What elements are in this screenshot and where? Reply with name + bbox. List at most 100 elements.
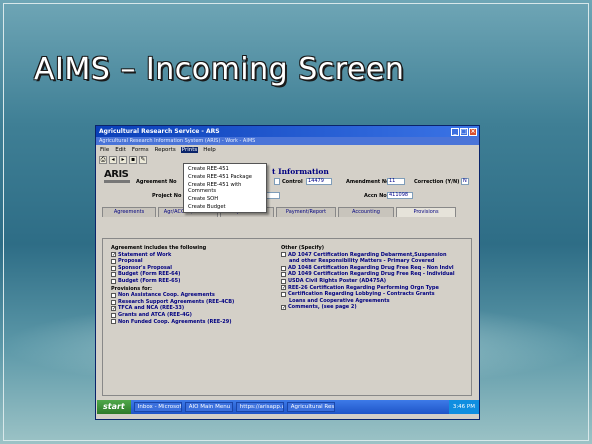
print-icon[interactable]: ⎙: [99, 155, 107, 164]
accn-label: Accn No: [364, 193, 387, 199]
save-icon[interactable]: ▪: [129, 155, 137, 164]
provisions-panel: Agreement includes the following ✓ Statem…: [102, 238, 472, 396]
menu-item-create-ree-451-package[interactable]: Create REE-451 Package: [184, 173, 266, 181]
checkbox[interactable]: ✓: [111, 252, 116, 258]
checkbox-label: and other Responsibility Matters - Prima…: [289, 258, 435, 265]
menu-item-create-ree-451-comments[interactable]: Create REE-451 with Comments: [184, 181, 266, 195]
checkbox-row: AD 1049 Certification Regarding Drug Fre…: [281, 271, 467, 278]
agreement-no-label: Agreement No: [136, 179, 177, 185]
checkbox-label: Budget (Form REE-65): [118, 277, 181, 284]
agreement-no-field[interactable]: [274, 178, 280, 185]
amendment-label: Amendment No: [346, 179, 390, 185]
taskbar-button[interactable]: https://arisapp.ar...: [235, 402, 284, 412]
checkbox[interactable]: [281, 272, 286, 278]
tab-payment-report[interactable]: Payment/Report: [276, 207, 336, 217]
menu-help[interactable]: Help: [202, 147, 217, 153]
checkbox-row: Budget (Form REE-65): [111, 278, 281, 285]
checkbox-label: Non Funded Coop. Agreements (REE-29): [118, 318, 232, 325]
checkbox[interactable]: [111, 292, 116, 298]
checkbox[interactable]: [281, 265, 286, 271]
tab-agreements[interactable]: Agreements: [102, 207, 156, 217]
tab-strip: Agreements Agr/ACCOP/Finance Cooperator …: [96, 207, 479, 217]
checkbox[interactable]: [281, 252, 286, 258]
provisions-heading: Provisions for:: [111, 285, 153, 292]
checkbox-row: Grants and ATCA (REE-4G): [111, 312, 281, 319]
checkbox[interactable]: ✓: [281, 285, 286, 291]
checkbox-label: AD 1049 Certification Regarding Drug Fre…: [288, 271, 455, 278]
checkbox-label: Proposal: [118, 258, 143, 265]
slide-title: AIMS – Incoming Screen: [34, 52, 405, 87]
maximize-icon[interactable]: □: [460, 127, 468, 136]
taskbar-button[interactable]: Agricultural Resea...: [286, 402, 335, 412]
forward-icon[interactable]: ▸: [119, 155, 127, 164]
checkbox-label: TFCA and NCA (REE-33): [118, 305, 185, 312]
prints-dropdown: Create REE-451 Create REE-451 Package Cr…: [183, 163, 267, 213]
checkbox[interactable]: [111, 312, 116, 318]
menu-bar: File Edit Forms Reports Prints Help: [96, 145, 479, 154]
checkbox-label: Sponsor's Proposal: [118, 264, 172, 271]
correction-field[interactable]: N: [461, 178, 469, 185]
checkbox-row: ✓ TFCA and NCA (REE-33): [111, 305, 281, 312]
checkbox-row: AD 1048 Certification Regarding Drug Fre…: [281, 265, 467, 272]
checkbox-label: Non Assistance Coop. Agreements: [118, 292, 215, 299]
checkbox[interactable]: ✓: [111, 306, 116, 312]
menu-item-create-soh[interactable]: Create SOH: [184, 195, 266, 203]
close-icon[interactable]: ×: [469, 127, 477, 136]
back-icon[interactable]: ◂: [109, 155, 117, 164]
checkbox-row: USDA Civil Rights Poster (AD475A): [281, 278, 467, 285]
checkbox[interactable]: [111, 299, 116, 305]
checkbox-label: REE-26 Certification Regarding Performin…: [288, 284, 439, 291]
checkbox-label: AD 1048 Certification Regarding Drug Fre…: [288, 264, 454, 271]
minimize-icon[interactable]: _: [451, 127, 459, 136]
tab-provisions[interactable]: Provisions: [396, 207, 456, 217]
control-field[interactable]: 14479: [306, 178, 332, 185]
left-heading: Agreement includes the following: [111, 245, 207, 251]
menu-prints[interactable]: Prints: [180, 146, 199, 153]
checkbox-label: Certification Regarding Lobbying - Contr…: [288, 291, 435, 298]
checkbox-row: Non Funded Coop. Agreements (REE-29): [111, 319, 281, 326]
accn-field[interactable]: 411098: [387, 192, 413, 199]
taskbar-button[interactable]: Inbox - Microsoft ...: [133, 402, 182, 412]
checkbox[interactable]: [111, 319, 116, 325]
checkbox[interactable]: [281, 278, 286, 284]
menu-file[interactable]: File: [99, 147, 110, 153]
tools-icon[interactable]: ✎: [139, 155, 147, 164]
menu-item-create-ree-451[interactable]: Create REE-451: [184, 165, 266, 173]
start-button[interactable]: start: [97, 400, 131, 414]
menu-forms[interactable]: Forms: [131, 147, 150, 153]
left-column: Agreement includes the following ✓ Statem…: [111, 245, 281, 325]
form-title: t Information: [272, 167, 329, 176]
checkbox-label: USDA Civil Rights Poster (AD475A): [288, 277, 387, 284]
amendment-field[interactable]: 11: [387, 178, 405, 185]
checkbox[interactable]: [111, 265, 116, 271]
checkbox-row: Research Support Agreements (REE-4CB): [111, 299, 281, 306]
checkbox[interactable]: [111, 272, 116, 278]
clock: 3:46 PM: [448, 400, 479, 414]
checkbox-row: ✓ Statement of Work: [111, 252, 281, 259]
window-titlebar: Agricultural Research Service - ARS _ □ …: [96, 126, 479, 137]
taskbar: start Inbox - Microsoft ... AIO Main Men…: [97, 400, 479, 414]
toolbar: ⎙ ◂ ▸ ▪ ✎: [96, 154, 479, 165]
checkbox-row: AD 1047 Certification Regarding Debarmen…: [281, 252, 467, 259]
checkbox-row: ✓ Comments, (see page 2): [281, 304, 467, 311]
taskbar-button[interactable]: AIO Main Menu -...: [184, 402, 233, 412]
form-header: ARIS t Information Agreement No Control …: [96, 165, 479, 205]
logo-underline: [104, 180, 130, 183]
right-heading: Other (Specify): [281, 245, 325, 251]
checkbox[interactable]: ✓: [281, 305, 286, 311]
window-title: Agricultural Research Service - ARS: [99, 128, 220, 135]
left-items: ✓ Statement of Work Proposal Sponsor's Prop…: [111, 252, 281, 285]
checkbox[interactable]: [281, 291, 286, 297]
checkbox[interactable]: [111, 278, 116, 284]
menu-reports[interactable]: Reports: [154, 147, 177, 153]
menu-item-create-budget[interactable]: Create Budget: [184, 203, 266, 211]
menu-edit[interactable]: Edit: [114, 147, 127, 153]
checkbox-row: Loans and Cooperative Agreements: [281, 298, 467, 305]
project-no-label: Project No: [152, 193, 182, 199]
checkbox-row: and other Responsibility Matters - Prima…: [281, 258, 467, 265]
checkbox-label: Statement of Work: [118, 251, 172, 258]
right-column: Other (Specify) AD 1047 Certification Re…: [281, 245, 467, 311]
checkbox[interactable]: [111, 258, 116, 264]
tab-accounting[interactable]: Accounting: [338, 207, 394, 217]
checkbox-row: Sponsor's Proposal: [111, 265, 281, 272]
